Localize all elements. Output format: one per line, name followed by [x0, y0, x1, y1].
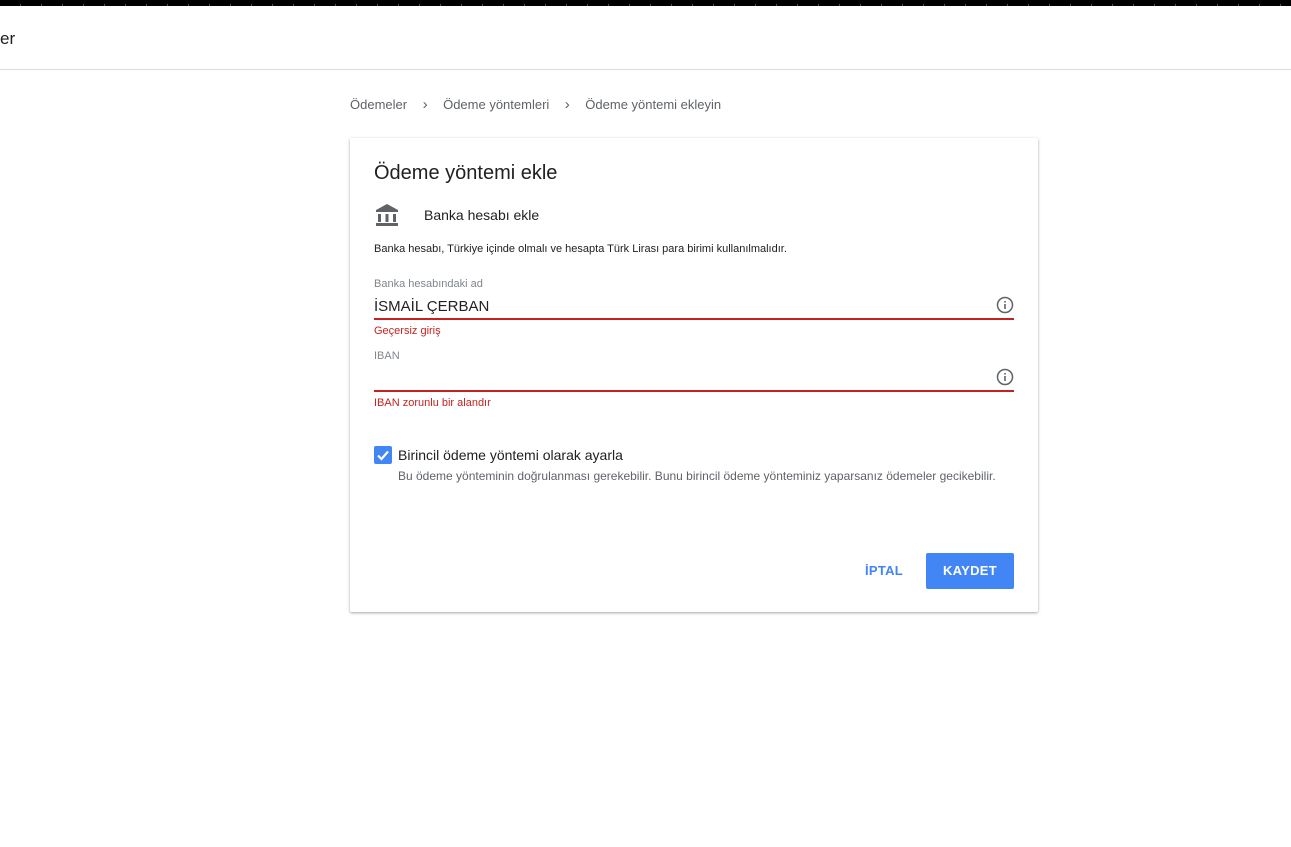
bank-icon	[374, 202, 400, 228]
info-icon[interactable]	[996, 296, 1014, 314]
chevron-right-icon: ›	[564, 96, 570, 113]
account-name-error: Geçersiz giriş	[374, 325, 441, 337]
bank-account-requirement-text: Banka hesabı, Türkiye içinde olmalı ve h…	[374, 243, 787, 255]
iban-error: IBAN zorunlu bir alandır	[374, 397, 491, 409]
breadcrumb-item-payment-methods[interactable]: Ödeme yöntemleri	[443, 97, 549, 112]
chevron-right-icon: ›	[422, 96, 428, 113]
primary-method-description: Bu ödeme yönteminin doğrulanması gerekeb…	[398, 469, 996, 483]
page-header-title: er	[0, 29, 16, 48]
account-name-field: Banka hesabındaki ad Geçersiz giriş	[374, 278, 1014, 337]
iban-input[interactable]	[374, 366, 1014, 392]
account-name-label: Banka hesabındaki ad	[374, 278, 483, 290]
card-title: Ödeme yöntemi ekle	[374, 162, 558, 184]
iban-label: IBAN	[374, 350, 400, 362]
method-label: Banka hesabı ekle	[424, 207, 540, 223]
breadcrumb-item-payments[interactable]: Ödemeler	[350, 97, 407, 112]
account-name-input[interactable]	[374, 294, 1014, 320]
primary-method-label[interactable]: Birincil ödeme yöntemi olarak ayarla	[398, 447, 623, 463]
add-payment-method-card: Ödeme yöntemi ekle Banka hesabı ekle Ban…	[350, 138, 1038, 612]
app-header: er	[0, 6, 1291, 70]
checkmark-icon	[377, 450, 389, 461]
iban-field: IBAN IBAN zorunlu bir alandır	[374, 350, 1014, 409]
payment-method-type: Banka hesabı ekle	[374, 202, 539, 228]
info-icon[interactable]	[996, 368, 1014, 386]
breadcrumb-item-add-payment-method: Ödeme yöntemi ekleyin	[585, 97, 722, 112]
primary-method-checkbox[interactable]	[374, 446, 392, 464]
cancel-button[interactable]: İPTAL	[850, 553, 918, 589]
breadcrumb: Ödemeler › Ödeme yöntemleri › Ödeme yönt…	[350, 96, 721, 113]
save-button[interactable]: KAYDET	[926, 553, 1014, 589]
